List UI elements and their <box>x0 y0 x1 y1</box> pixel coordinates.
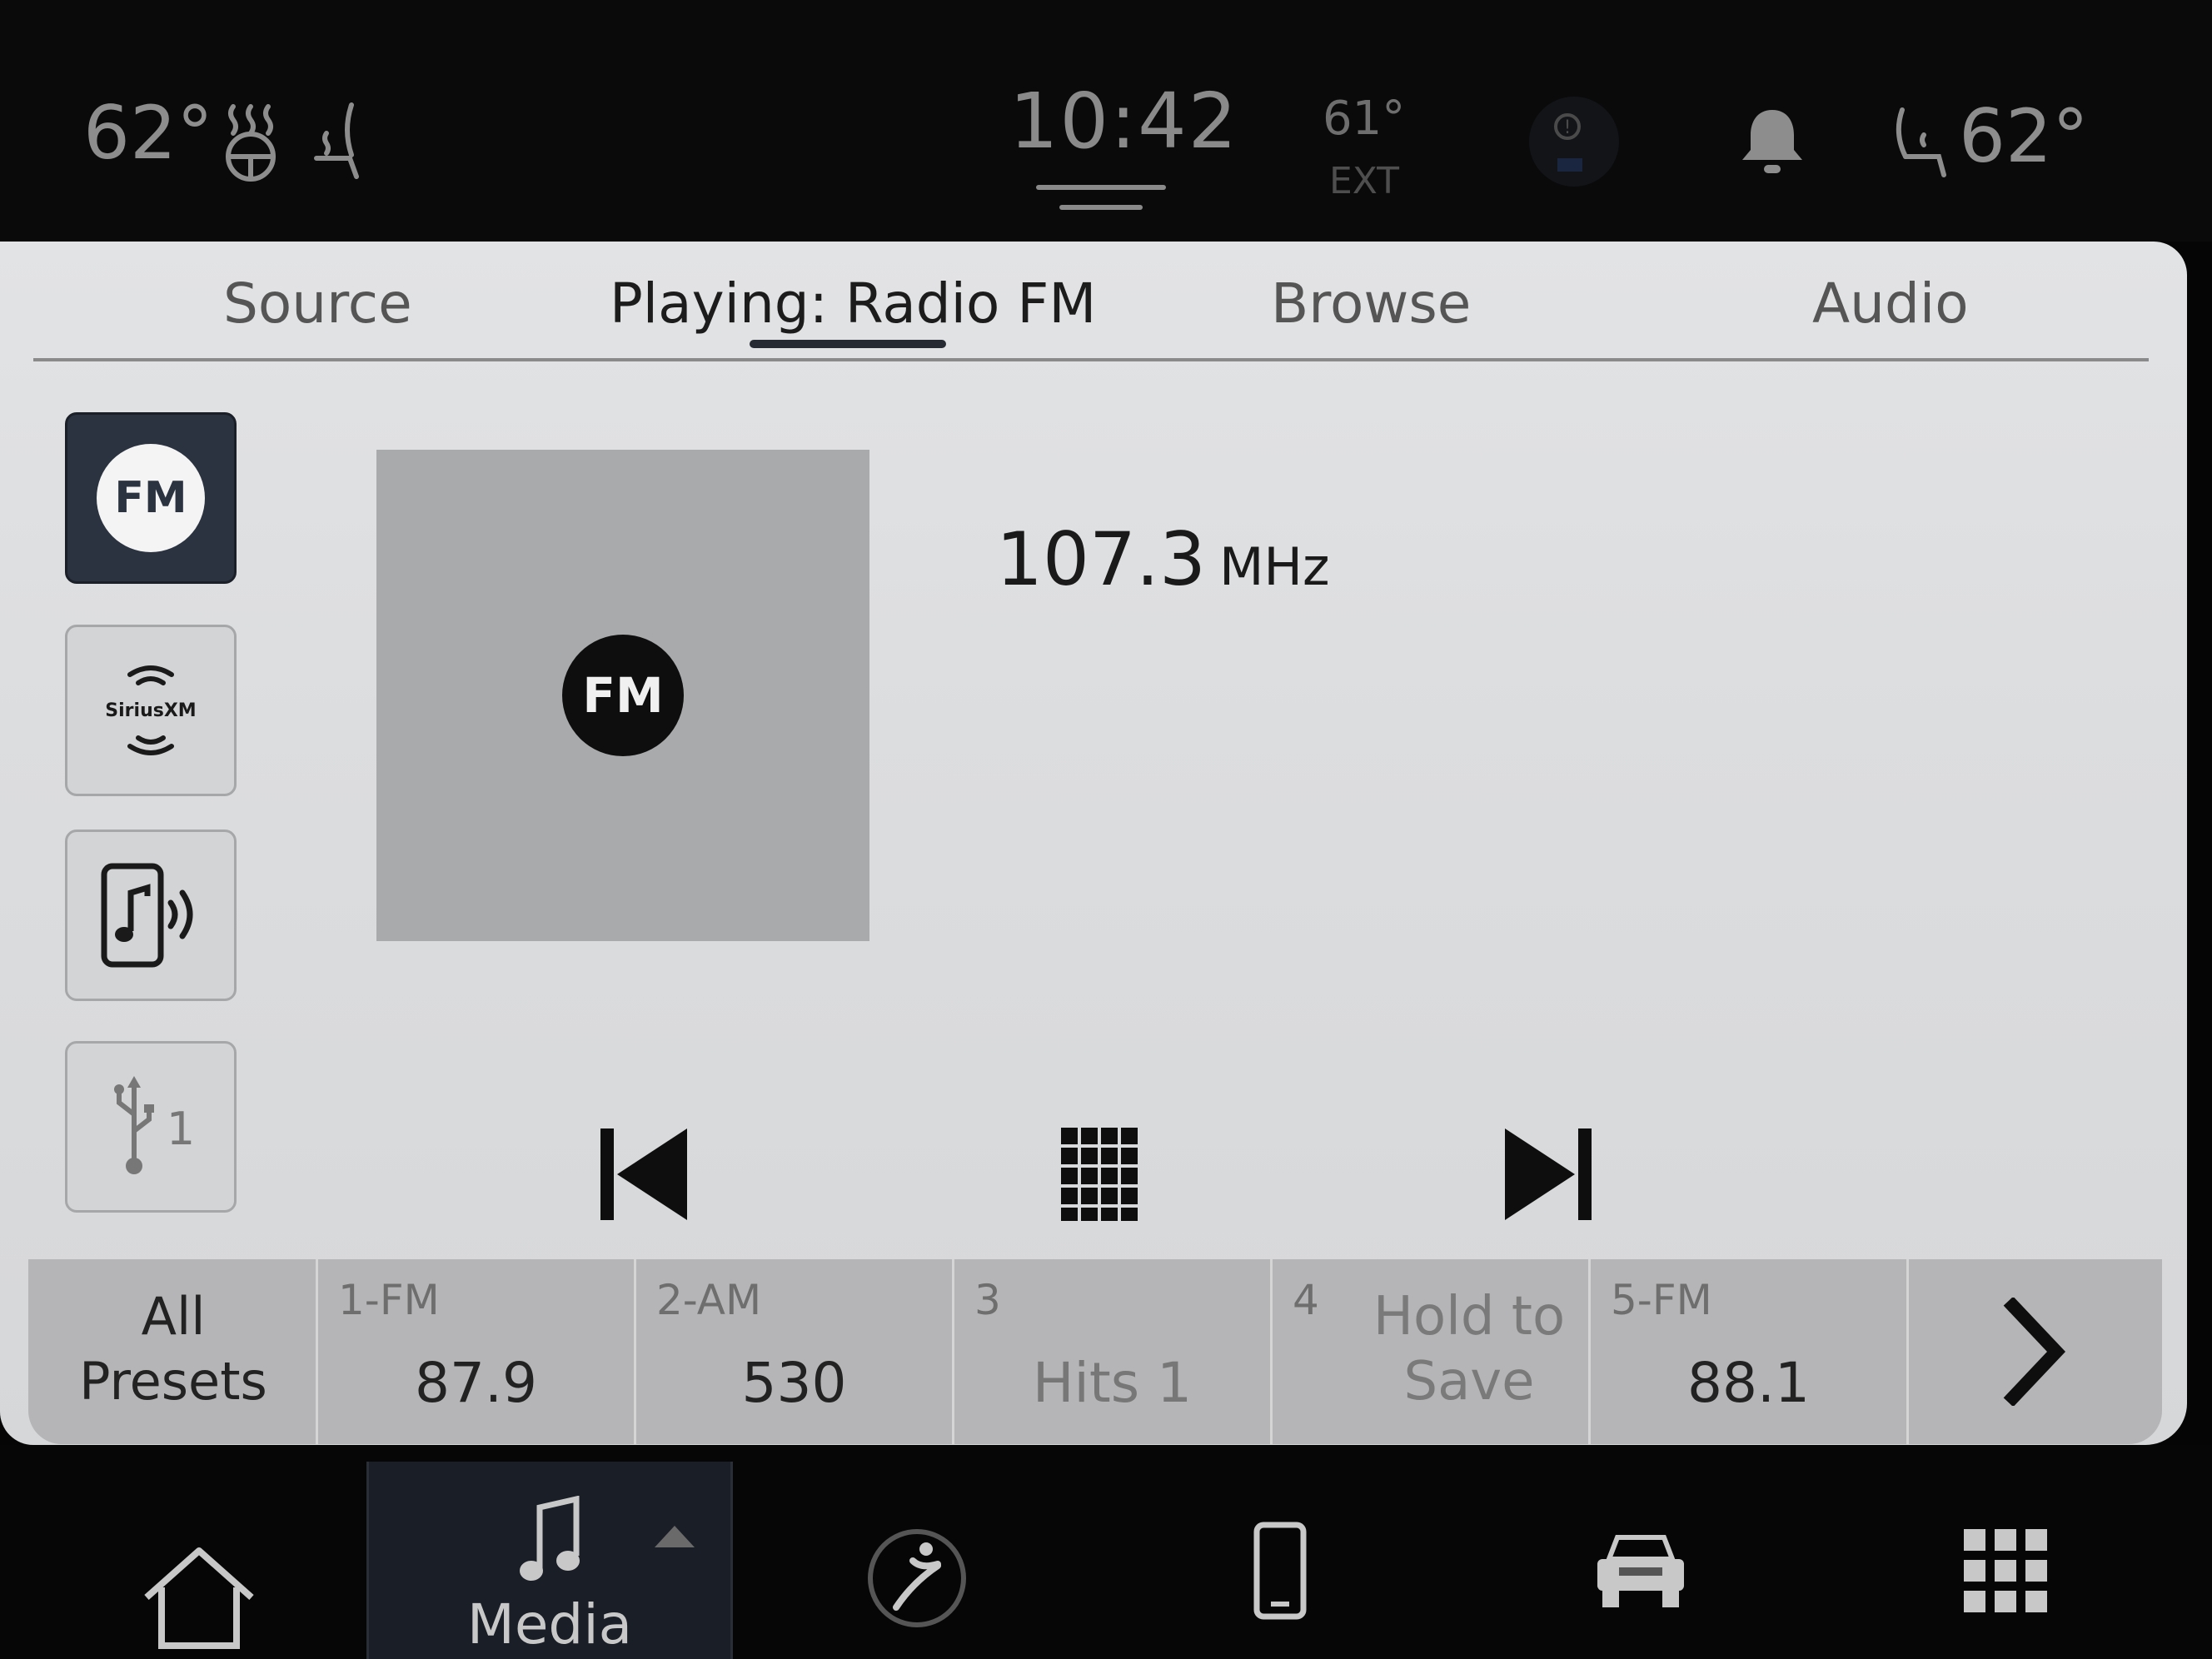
svg-text:!: ! <box>1564 117 1572 138</box>
heated-steering-icon[interactable] <box>218 102 283 182</box>
siriusxm-icon: SiriusXM <box>105 665 197 755</box>
preset-value: 88.1 <box>1687 1351 1810 1415</box>
source-fm-button[interactable]: FM <box>65 412 237 584</box>
next-presets-button[interactable] <box>1909 1259 2162 1444</box>
preset-2[interactable]: 2-AM 530 <box>636 1259 954 1444</box>
climate-icon[interactable] <box>863 1524 971 1632</box>
music-note-icon <box>520 1496 580 1581</box>
preset-number: 4 <box>1293 1276 1319 1324</box>
preset-1[interactable]: 1-FM 87.9 <box>318 1259 636 1444</box>
preset-value: 530 <box>741 1351 847 1415</box>
home-icon[interactable] <box>137 1542 262 1651</box>
preset-value: Hold to Save <box>1373 1286 1566 1412</box>
exterior-temp: 61° <box>1323 92 1406 146</box>
active-tab-indicator <box>750 340 946 348</box>
tab-playing[interactable]: Playing: Radio FM <box>610 258 1096 350</box>
nav-media-label: Media <box>466 1592 633 1657</box>
bottom-nav <box>0 1445 2212 1659</box>
album-art: FM <box>376 450 869 941</box>
skip-previous-icon <box>600 1128 687 1220</box>
status-bar: 62° 10:42 61° EXT ! 62° <box>0 0 2212 242</box>
svg-text:SiriusXM: SiriusXM <box>105 700 196 721</box>
source-bluetooth-audio-button[interactable] <box>65 830 237 1001</box>
driver-temp[interactable]: 62° <box>83 90 213 176</box>
preset-3[interactable]: 3 Hits 1 <box>954 1259 1273 1444</box>
passenger-seat-icon[interactable] <box>1891 105 1950 180</box>
preset-number: 3 <box>974 1276 1001 1324</box>
preset-value: Hits 1 <box>1032 1351 1193 1415</box>
clock-handle[interactable] <box>1036 185 1166 190</box>
tab-audio[interactable]: Audio <box>1812 258 1969 350</box>
tab-divider <box>33 358 2149 361</box>
seek-previous-button[interactable] <box>583 1116 700 1233</box>
usb-icon: 1 <box>114 1076 195 1174</box>
expand-up-icon[interactable] <box>653 1524 696 1549</box>
source-usb-button[interactable]: 1 <box>65 1041 237 1213</box>
preset-number: 5-FM <box>1611 1276 1712 1324</box>
source-siriusxm-button[interactable]: SiriusXM <box>65 625 237 796</box>
passenger-temp[interactable]: 62° <box>1959 93 2089 179</box>
preset-number: 1-FM <box>338 1276 440 1324</box>
seek-next-button[interactable] <box>1492 1116 1609 1233</box>
fm-icon: FM <box>97 444 205 552</box>
skip-next-icon <box>1505 1128 1592 1220</box>
station-frequency: 107.3 MHz <box>996 516 1330 602</box>
tab-source[interactable]: Source <box>223 258 412 350</box>
all-presets-label: All Presets <box>79 1286 267 1412</box>
preset-number: 2-AM <box>656 1276 762 1324</box>
keypad-icon <box>1061 1128 1138 1221</box>
presets-bar: All Presets 1-FM 87.9 2-AM 530 3 Hits 1 … <box>28 1259 2162 1444</box>
info-indicator-icon: ! <box>1529 97 1619 187</box>
direct-tune-button[interactable] <box>1049 1116 1149 1233</box>
phone-icon[interactable] <box>1253 1521 1308 1621</box>
preset-value: 87.9 <box>415 1351 537 1415</box>
chevron-right-icon <box>2003 1298 2066 1406</box>
notification-bell-icon[interactable] <box>1739 105 1806 177</box>
frequency-value: 107.3 <box>996 516 1206 602</box>
bluetooth-audio-icon <box>101 863 193 968</box>
exterior-temp-label: EXT <box>1329 160 1400 202</box>
heated-seat-icon[interactable] <box>308 100 366 183</box>
vehicle-icon[interactable] <box>1591 1529 1691 1612</box>
svg-text:1: 1 <box>167 1103 195 1155</box>
media-screen: Source Playing: Radio FM Browse Audio FM… <box>0 242 2187 1445</box>
tab-bar: Source Playing: Radio FM Browse Audio <box>0 242 2187 362</box>
all-presets-button[interactable]: All Presets <box>28 1259 318 1444</box>
apps-grid-icon[interactable] <box>1962 1527 2049 1614</box>
clock-handle-lower[interactable] <box>1059 205 1143 210</box>
tab-browse[interactable]: Browse <box>1271 258 1471 350</box>
preset-5[interactable]: 5-FM 88.1 <box>1591 1259 1909 1444</box>
frequency-unit: MHz <box>1218 536 1330 597</box>
preset-4[interactable]: 4 Hold to Save <box>1273 1259 1591 1444</box>
clock: 10:42 <box>1009 77 1239 166</box>
album-art-fm-logo: FM <box>562 635 684 756</box>
